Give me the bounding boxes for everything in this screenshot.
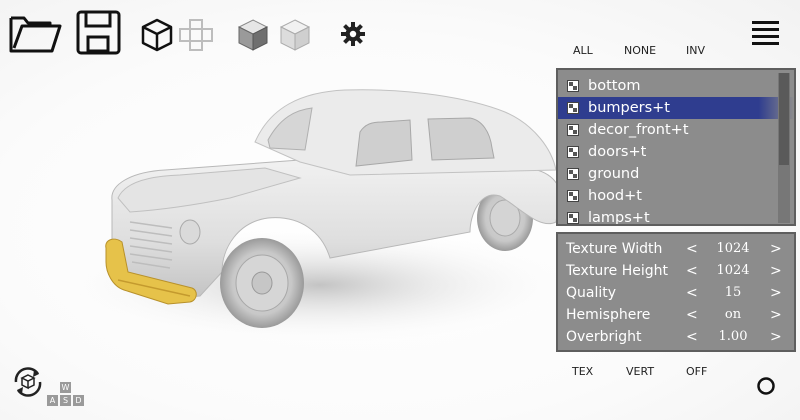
- cube-outline-icon: [141, 18, 173, 52]
- settings-button[interactable]: [340, 21, 366, 47]
- decrease-button[interactable]: <: [686, 238, 698, 260]
- select-all-button[interactable]: ALL: [573, 44, 593, 57]
- menu-button[interactable]: [752, 20, 780, 46]
- layer-item[interactable]: bottom: [558, 75, 794, 97]
- layer-label: doors+t: [588, 144, 647, 160]
- mode-vert-button[interactable]: VERT: [626, 365, 654, 378]
- layer-checkbox[interactable]: [567, 212, 579, 224]
- layer-item[interactable]: ground: [558, 163, 794, 185]
- shaded-view-button[interactable]: [236, 18, 270, 52]
- save-button[interactable]: [76, 10, 122, 56]
- cube-light-icon: [279, 19, 311, 51]
- increase-button[interactable]: >: [770, 260, 782, 282]
- open-folder-button[interactable]: [8, 10, 62, 54]
- layer-item[interactable]: doors+t: [558, 141, 794, 163]
- layer-label: bumpers+t: [588, 100, 670, 116]
- layer-label: ground: [588, 166, 640, 182]
- wireframe-view-button[interactable]: [140, 18, 174, 52]
- setting-value: 1024: [716, 241, 750, 256]
- increase-button[interactable]: >: [770, 326, 782, 348]
- axis-toggle-button[interactable]: [178, 18, 214, 52]
- key-a: A: [47, 395, 58, 406]
- setting-row-texture-height: Texture Height < 1024 >: [558, 260, 794, 282]
- increase-button[interactable]: >: [770, 238, 782, 260]
- orbit-control[interactable]: [10, 364, 46, 404]
- settings-panel: Texture Width < 1024 > Texture Height < …: [556, 232, 796, 352]
- layer-checkbox[interactable]: [567, 124, 579, 136]
- save-icon: [76, 10, 121, 55]
- layer-item-selected[interactable]: bumpers+t: [558, 97, 794, 119]
- layers-panel: bottom bumpers+t decor_front+t doors+t g…: [556, 68, 796, 226]
- layer-label: hood+t: [588, 188, 642, 204]
- setting-label: Hemisphere: [566, 307, 651, 323]
- side-window-front: [355, 119, 413, 167]
- layer-item[interactable]: hood+t: [558, 185, 794, 207]
- select-invert-button[interactable]: INV: [686, 44, 705, 57]
- setting-value: 1.00: [718, 329, 748, 344]
- setting-label: Quality: [566, 285, 617, 301]
- layer-checkbox[interactable]: [567, 168, 579, 180]
- increase-button[interactable]: >: [770, 282, 782, 304]
- setting-row-quality: Quality < 15 >: [558, 282, 794, 304]
- layer-checkbox[interactable]: [567, 190, 579, 202]
- render-button[interactable]: [756, 376, 776, 400]
- layer-item[interactable]: lamps+t: [558, 207, 794, 226]
- layer-label: bottom: [588, 78, 641, 94]
- setting-value: 1024: [716, 263, 750, 278]
- key-w: W: [60, 382, 71, 393]
- decrease-button[interactable]: <: [686, 260, 698, 282]
- cross-outline-icon: [179, 19, 213, 51]
- increase-button[interactable]: >: [770, 304, 782, 326]
- mode-off-button[interactable]: OFF: [686, 365, 707, 378]
- decrease-button[interactable]: <: [686, 326, 698, 348]
- decrease-button[interactable]: <: [686, 304, 698, 326]
- setting-label: Texture Width: [566, 241, 663, 257]
- layers-scrollbar[interactable]: [778, 73, 790, 223]
- scrollbar-thumb[interactable]: [779, 73, 789, 165]
- key-s: S: [60, 395, 71, 406]
- setting-value: 15: [724, 285, 742, 300]
- layer-checkbox[interactable]: [567, 80, 579, 92]
- circle-icon: [757, 377, 775, 395]
- cube-shaded-icon: [237, 19, 269, 51]
- setting-row-hemisphere: Hemisphere < on >: [558, 304, 794, 326]
- setting-row-texture-width: Texture Width < 1024 >: [558, 238, 794, 260]
- light-view-button[interactable]: [278, 18, 312, 52]
- setting-label: Overbright: [566, 329, 642, 345]
- setting-value: on: [724, 307, 742, 322]
- layer-label: decor_front+t: [588, 122, 689, 138]
- headlamp: [179, 219, 201, 245]
- orbit-icon: [14, 367, 42, 397]
- select-none-button[interactable]: NONE: [624, 44, 656, 57]
- decrease-button[interactable]: <: [686, 282, 698, 304]
- layer-checkbox[interactable]: [567, 146, 579, 158]
- layer-item[interactable]: decor_front+t: [558, 119, 794, 141]
- hamburger-menu-icon: [752, 21, 779, 45]
- layer-checkbox[interactable]: [567, 102, 579, 114]
- layer-label: lamps+t: [588, 210, 650, 226]
- setting-label: Texture Height: [566, 263, 668, 279]
- setting-row-overbright: Overbright < 1.00 >: [558, 326, 794, 348]
- key-d: D: [73, 395, 84, 406]
- gear-icon: [341, 22, 365, 46]
- mode-tex-button[interactable]: TEX: [572, 365, 593, 378]
- open-folder-icon: [9, 16, 62, 53]
